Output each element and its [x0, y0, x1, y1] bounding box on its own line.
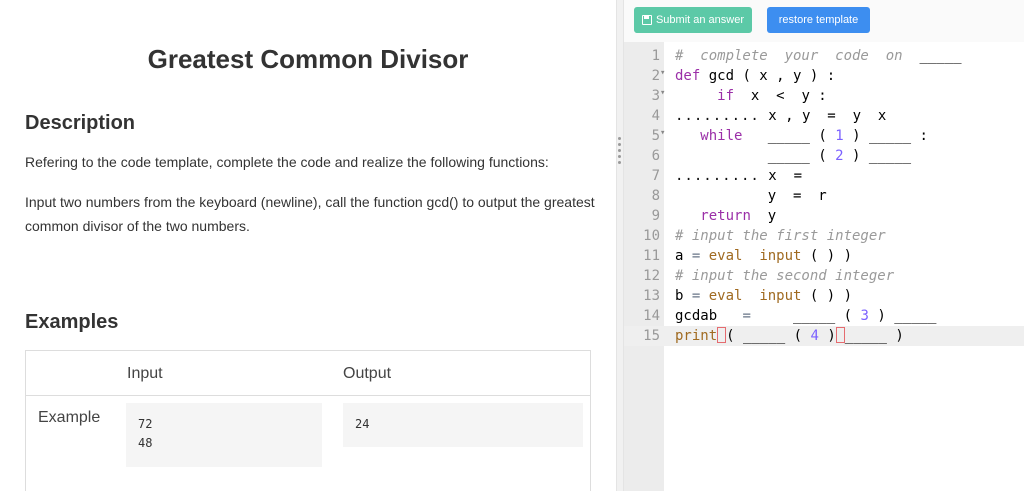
line-number: 6: [651, 148, 660, 164]
bracket-match-marker: [835, 327, 845, 343]
code-line[interactable]: 8 y = r: [624, 186, 1024, 206]
line-number: 14: [643, 308, 660, 324]
splitter-grip-dot: [618, 161, 621, 164]
restore-template-button[interactable]: restore template: [767, 7, 870, 33]
example-input-box: 72 48: [126, 403, 322, 467]
description-text-2: Input two numbers from the keyboard (new…: [25, 194, 595, 234]
code-line[interactable]: 9 return y: [624, 206, 1024, 226]
code-line[interactable]: 3 ▾ if x < y :: [624, 86, 1024, 106]
examples-heading: Examples: [25, 311, 119, 333]
line-number: 15: [643, 328, 660, 344]
code-line[interactable]: 5 ▾ while _____ ( 1 ) _____ :: [624, 126, 1024, 146]
example-row-label: Example: [38, 409, 101, 426]
code-editor[interactable]: 1 # complete your code on _____ 2 ▾ def …: [624, 42, 1024, 491]
output-column-header: Output: [343, 365, 392, 382]
splitter-grip-dot: [618, 155, 621, 158]
line-number: 1: [651, 48, 660, 64]
line-number: 5: [651, 128, 660, 144]
line-number: 13: [643, 288, 660, 304]
save-icon: [641, 15, 652, 25]
example-input-line-2: 48: [138, 436, 153, 450]
code-line[interactable]: 2 ▾ def gcd ( x , y ) :: [624, 66, 1024, 86]
line-number: 10: [643, 228, 660, 244]
editor-panel: Submit an answer restore template 1 # co…: [624, 0, 1024, 491]
code-line[interactable]: 10 # input the first integer: [624, 226, 1024, 246]
code-line[interactable]: 12 # input the second integer: [624, 266, 1024, 286]
fold-arrow-icon[interactable]: ▾: [660, 68, 665, 78]
code-line[interactable]: 14 gcdab = _____ ( 3 ) _____: [624, 306, 1024, 326]
code-line[interactable]: 1 # complete your code on _____: [624, 46, 1024, 66]
line-number: 7: [651, 168, 660, 184]
problem-panel: Greatest Common Divisor Description Refe…: [0, 0, 616, 491]
splitter-grip-dot: [618, 143, 621, 146]
code-line[interactable]: 13 b = eval input ( ) ): [624, 286, 1024, 306]
submit-answer-button[interactable]: Submit an answer: [634, 7, 752, 33]
line-number: 8: [651, 188, 660, 204]
code-line[interactable]: 6 _____ ( 2 ) _____: [624, 146, 1024, 166]
line-number: 2: [651, 68, 660, 84]
line-number: 4: [651, 108, 660, 124]
code-line[interactable]: 4 ......... x , y = y x: [624, 106, 1024, 126]
code-line[interactable]: 7 ......... x =: [624, 166, 1024, 186]
restore-template-label: restore template: [778, 14, 859, 26]
line-number: 9: [651, 208, 660, 224]
code-line-active[interactable]: 15 print( _____ ( 4 ) _____ ): [624, 326, 1024, 346]
description-heading: Description: [25, 112, 136, 134]
fold-arrow-icon[interactable]: ▾: [660, 88, 665, 98]
line-number: 11: [643, 248, 660, 264]
bracket-match-marker: [717, 327, 727, 343]
page-title: Greatest Common Divisor: [147, 44, 469, 74]
line-number: 3: [651, 88, 660, 104]
fold-arrow-icon[interactable]: ▾: [660, 128, 665, 138]
example-output-box: 24: [343, 403, 583, 447]
description-text-1: Refering to the code template, complete …: [25, 154, 549, 170]
splitter-grip-dot: [618, 149, 621, 152]
input-column-header: Input: [127, 365, 163, 382]
splitter-grip-dot: [618, 137, 621, 140]
panel-splitter[interactable]: [616, 0, 624, 491]
line-number: 12: [643, 268, 660, 284]
example-input-line-1: 72: [138, 417, 153, 431]
code-line[interactable]: 11 a = eval input ( ) ): [624, 246, 1024, 266]
table-divider: [26, 395, 590, 396]
editor-toolbar: Submit an answer restore template: [624, 0, 1024, 42]
submit-answer-label: Submit an answer: [655, 14, 745, 26]
example-output-value: 24: [355, 417, 370, 431]
examples-table: Input Output Example 72 48 24: [25, 350, 591, 491]
